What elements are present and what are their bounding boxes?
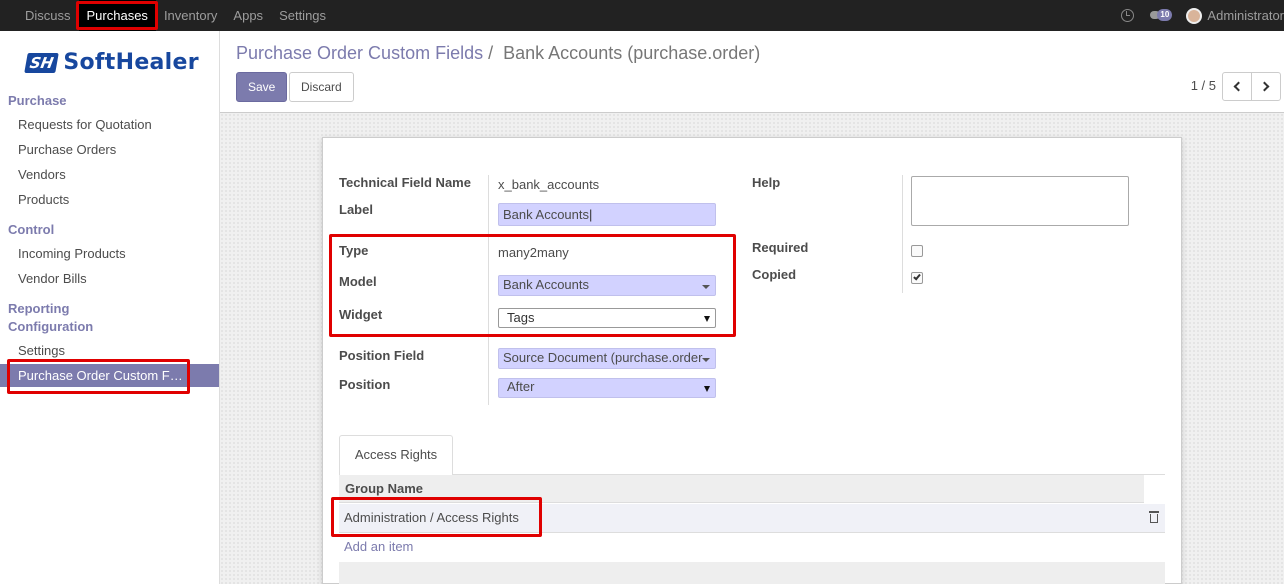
label-input-value: Bank Accounts <box>503 207 589 222</box>
pager-value[interactable]: 1 / 5 <box>1191 78 1216 93</box>
group-name-cell[interactable]: Administration / Access Rights <box>344 510 519 525</box>
chevron-down-icon <box>704 386 710 392</box>
sidebar-section-control: Control <box>8 222 55 237</box>
position-select[interactable]: After <box>498 378 716 398</box>
breadcrumb-current: Bank Accounts (purchase.order) <box>503 43 761 63</box>
sidebar-section-purchase: Purchase <box>8 93 67 108</box>
sidebar-item-purchase-order-custom-fields[interactable]: Purchase Order Custom F… <box>0 364 219 387</box>
breadcrumb-separator: / <box>488 43 494 63</box>
widget-select-value: Tags <box>507 310 535 325</box>
pager-next-button[interactable] <box>1251 72 1281 101</box>
chevron-down-icon <box>702 285 710 289</box>
label-column-separator <box>488 175 489 405</box>
save-button[interactable]: Save <box>236 72 288 102</box>
tab-access-rights[interactable]: Access Rights <box>339 435 453 475</box>
copied-checkbox[interactable] <box>911 272 923 284</box>
chevron-left-icon <box>1233 81 1244 92</box>
breadcrumb: Purchase Order Custom Fields / Bank Acco… <box>236 43 760 64</box>
chevron-down-icon <box>704 316 710 322</box>
messaging-icon[interactable]: 10 <box>1150 8 1173 23</box>
type-label: Type <box>339 243 369 258</box>
position-field-select-value: Source Document (purchase.order <box>503 350 703 365</box>
user-avatar[interactable] <box>1186 7 1203 24</box>
menu-apps[interactable]: Apps <box>225 0 271 31</box>
sidebar-item-incoming-products[interactable]: Incoming Products <box>18 246 126 261</box>
pager-previous-button[interactable] <box>1222 72 1252 101</box>
model-select[interactable]: Bank Accounts <box>498 275 716 296</box>
sidebar-item-requests-for-quotation[interactable]: Requests for Quotation <box>18 117 152 132</box>
help-textarea[interactable] <box>911 176 1129 226</box>
user-menu[interactable]: Administrator <box>1207 8 1284 23</box>
discard-button[interactable]: Discard <box>289 72 354 102</box>
chevron-down-icon <box>702 358 710 362</box>
position-select-value: After <box>507 379 535 394</box>
sidebar-item-vendor-bills[interactable]: Vendor Bills <box>18 271 87 286</box>
model-label: Model <box>339 274 377 289</box>
message-count-badge: 10 <box>1157 8 1173 21</box>
sidebar-item-settings[interactable]: Settings <box>18 343 65 358</box>
copied-label: Copied <box>752 267 797 282</box>
trash-icon[interactable] <box>1149 511 1159 523</box>
main-menu: Discuss Purchases Inventory Apps Setting… <box>0 0 334 31</box>
chevron-right-icon <box>1259 81 1270 92</box>
menu-inventory[interactable]: Inventory <box>156 0 225 31</box>
position-field-label: Position Field <box>339 348 425 363</box>
required-checkbox[interactable] <box>911 245 923 257</box>
widget-label: Widget <box>339 307 383 322</box>
sidebar-item-purchase-orders[interactable]: Purchase Orders <box>18 142 116 157</box>
check-icon <box>913 272 921 281</box>
table-footer <box>339 562 1165 584</box>
logo-mark: SH <box>24 52 60 73</box>
table-header: Group Name <box>339 475 1144 503</box>
sidebar-item-vendors[interactable]: Vendors <box>18 167 66 182</box>
top-navbar: Discuss Purchases Inventory Apps Setting… <box>0 0 1284 31</box>
type-value: many2many <box>498 245 569 260</box>
model-select-value: Bank Accounts <box>503 277 589 292</box>
trash-can <box>1150 514 1158 523</box>
activity-clock-icon[interactable] <box>1121 9 1135 22</box>
help-label: Help <box>752 175 781 190</box>
add-an-item-link[interactable]: Add an item <box>344 539 413 554</box>
right-column-separator <box>902 175 903 293</box>
technical-field-name-label: Technical Field Name <box>339 175 471 190</box>
position-field-select[interactable]: Source Document (purchase.order <box>498 348 716 369</box>
sidebar-item-products[interactable]: Products <box>18 192 69 207</box>
sidebar-section-configuration: Configuration <box>8 319 94 334</box>
widget-select[interactable]: Tags <box>498 308 716 328</box>
control-panel: Purchase Order Custom Fields / Bank Acco… <box>220 31 1284 113</box>
label-label: Label <box>339 202 373 217</box>
label-input[interactable]: Bank Accounts| <box>498 203 716 226</box>
technical-field-name-value: x_bank_accounts <box>498 177 600 192</box>
systray: 10 Administrator <box>1121 0 1284 31</box>
required-label: Required <box>752 240 809 255</box>
menu-settings[interactable]: Settings <box>271 0 334 31</box>
menu-discuss[interactable]: Discuss <box>0 0 79 31</box>
menu-purchases[interactable]: Purchases <box>78 0 156 31</box>
company-logo: SH SoftHealer <box>24 50 199 75</box>
position-label: Position <box>339 377 391 392</box>
table-row[interactable]: Administration / Access Rights <box>339 504 1165 533</box>
trash-lid <box>1149 511 1159 513</box>
breadcrumb-parent-link[interactable]: Purchase Order Custom Fields <box>236 43 483 63</box>
column-header-group-name[interactable]: Group Name <box>345 481 423 496</box>
logo-text: SoftHealer <box>63 50 199 75</box>
sidebar-section-reporting[interactable]: Reporting <box>8 301 69 316</box>
